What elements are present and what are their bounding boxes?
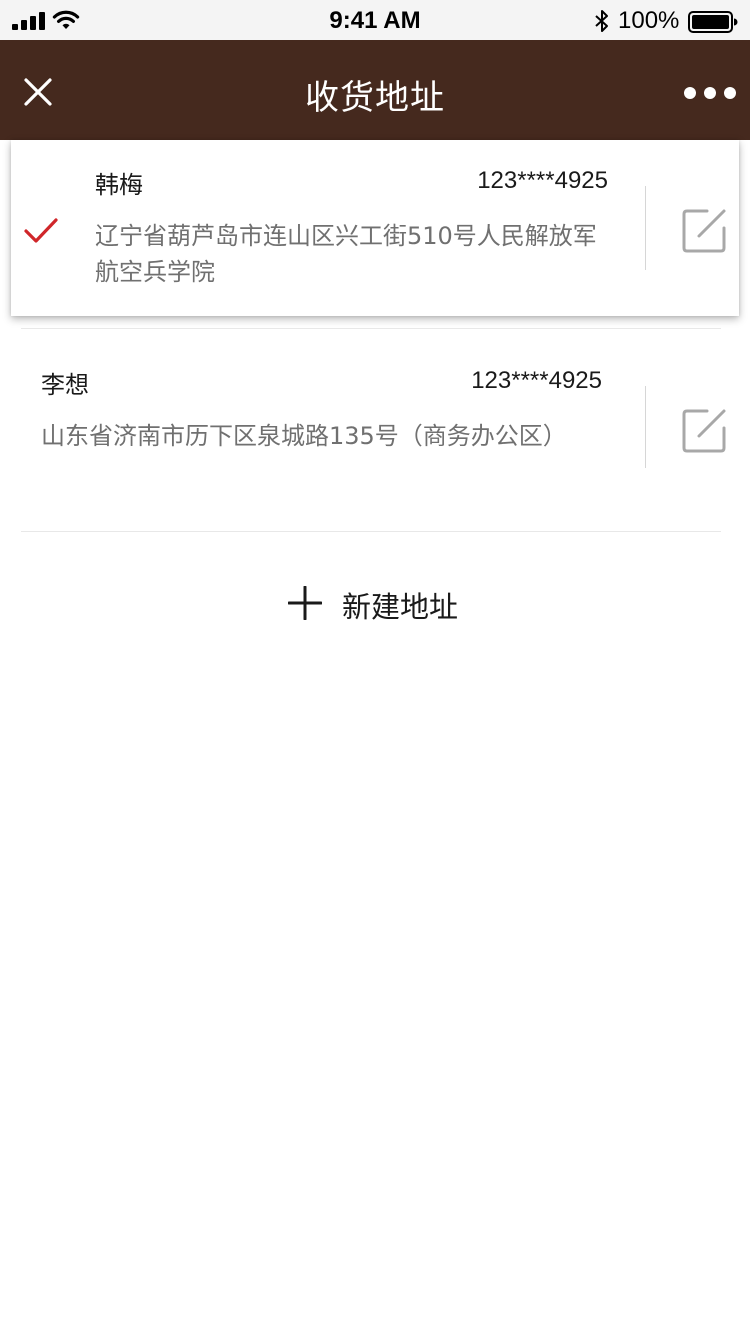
more-icon[interactable]	[676, 80, 736, 106]
address-item-selected[interactable]: 韩梅 123****4925 辽宁省葫芦岛市连山区兴工街510号人民解放军 航空…	[11, 140, 739, 316]
check-icon	[24, 218, 58, 243]
address-line: 航空兵学院	[95, 258, 215, 286]
divider	[21, 328, 721, 329]
battery-icon	[688, 11, 738, 33]
new-address-button[interactable]: 新建地址	[280, 572, 480, 632]
status-bar: 9:41 AM 100%	[0, 0, 750, 40]
bluetooth-icon	[595, 10, 608, 32]
divider	[645, 186, 646, 270]
edit-icon[interactable]	[681, 208, 727, 254]
recipient-phone: 123****4925	[477, 167, 608, 194]
divider	[21, 531, 721, 532]
address-line: 辽宁省葫芦岛市连山区兴工街510号人民解放军	[95, 222, 597, 250]
recipient-address: 山东省济南市历下区泉城路135号（商务办公区）	[41, 418, 641, 454]
battery-percent: 100%	[618, 7, 680, 34]
new-address-label: 新建地址	[342, 590, 459, 624]
recipient-name: 韩梅	[95, 171, 143, 199]
recipient-name: 李想	[41, 371, 89, 399]
address-line: 山东省济南市历下区泉城路135号（商务办公区）	[41, 422, 567, 450]
nav-bar: 收货地址	[0, 40, 750, 140]
page-title: 收货地址	[305, 78, 445, 118]
divider	[645, 386, 646, 468]
address-item[interactable]: 李想 123****4925 山东省济南市历下区泉城路135号（商务办公区）	[0, 340, 750, 490]
plus-icon	[288, 586, 322, 620]
recipient-address: 辽宁省葫芦岛市连山区兴工街510号人民解放军 航空兵学院	[95, 218, 635, 290]
edit-icon[interactable]	[681, 408, 727, 454]
recipient-phone: 123****4925	[471, 367, 602, 394]
